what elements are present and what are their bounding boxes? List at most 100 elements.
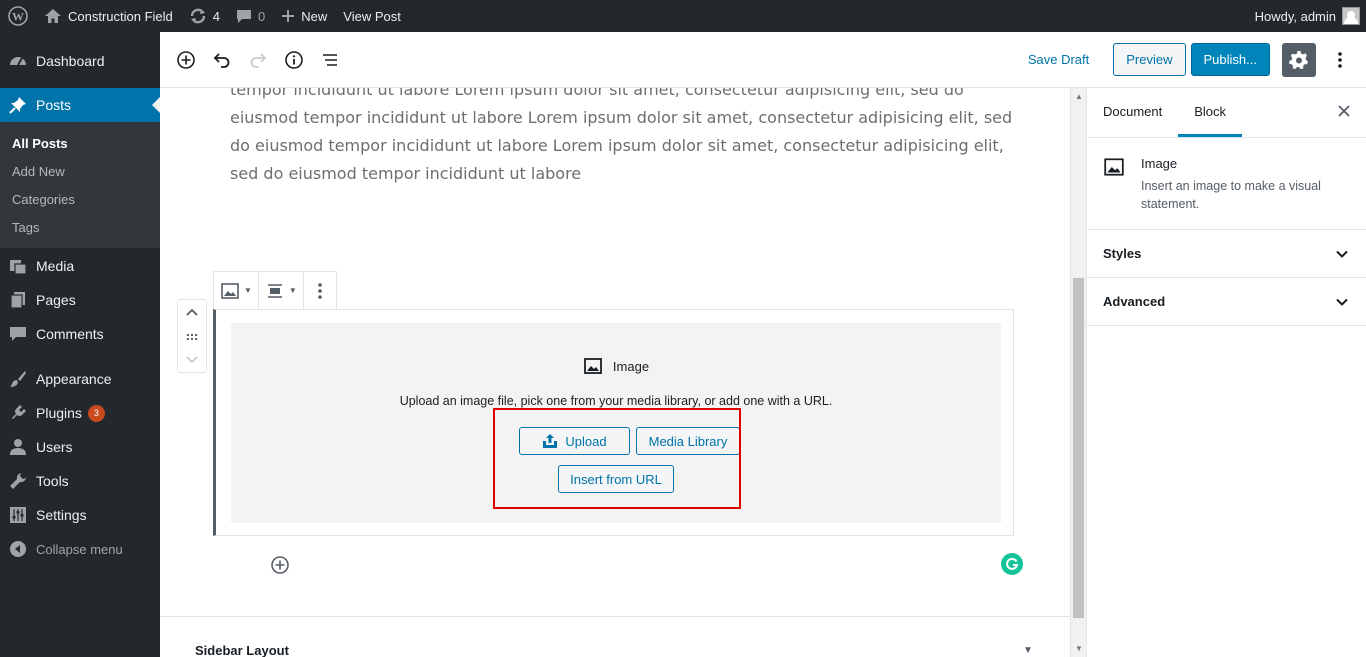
comment-bubble-icon [236,8,252,24]
vertical-ellipsis-icon [1338,51,1342,68]
scrollbar-thumb[interactable] [1073,278,1084,618]
new-content-link[interactable]: New [273,0,335,32]
redo-button[interactable] [240,42,276,78]
save-draft-button[interactable]: Save Draft [1028,52,1089,67]
tab-block[interactable]: Block [1178,88,1243,137]
menu-pages[interactable]: Pages [0,283,160,317]
menu-settings[interactable]: Settings [0,498,160,532]
view-post-link[interactable]: View Post [335,0,409,32]
wordpress-logo-icon[interactable]: W [0,0,36,32]
add-block-icon [271,556,289,574]
block-navigation-button[interactable] [312,42,348,78]
scroll-up-arrow-icon[interactable]: ▲ [1075,92,1083,101]
grammarly-g-icon [1006,557,1019,570]
menu-pages-label: Pages [36,292,76,308]
my-account-link[interactable]: Howdy, admin [1247,0,1366,32]
submenu-all-posts[interactable]: All Posts [0,129,160,157]
paintbrush-icon [8,369,28,389]
undo-button[interactable] [204,42,240,78]
block-more-options-button[interactable] [304,272,336,309]
comments-link[interactable]: 0 [228,0,273,32]
updates-count: 4 [212,8,221,24]
alignment-button[interactable]: ▼ [259,272,304,309]
image-block[interactable]: Image Upload an image file, pick one fro… [213,309,1014,536]
plugins-update-badge: 3 [87,404,105,422]
move-down-button[interactable] [185,353,199,368]
drag-handle[interactable] [186,329,198,344]
tab-document[interactable]: Document [1087,88,1178,137]
svg-text:W: W [12,10,24,24]
howdy-text: Howdy, admin [1254,8,1336,24]
submenu-add-new[interactable]: Add New [0,157,160,185]
add-block-button[interactable] [168,42,204,78]
collapse-menu-button[interactable]: Collapse menu [0,532,160,566]
paragraph-block[interactable]: tempor incididunt ut labore Lorem ipsum … [230,88,1020,188]
content-scrollbar[interactable]: ▲ ▼ [1070,88,1086,657]
panel-styles-title: Styles [1103,246,1142,261]
redo-icon [250,52,267,68]
block-card-title: Image [1141,156,1178,171]
publish-button[interactable]: Publish... [1190,43,1270,76]
block-toolbar: ▼ ▼ [213,271,337,309]
pushpin-icon [8,95,28,115]
block-mover [177,299,207,373]
menu-tools[interactable]: Tools [0,464,160,498]
preview-button[interactable]: Preview [1113,43,1186,76]
updates-link[interactable]: 4 [181,0,228,32]
grammarly-button[interactable] [1001,553,1023,575]
view-post-label: View Post [343,8,401,24]
menu-plugins-label: Plugins [36,405,82,421]
wrench-icon [8,471,28,491]
menu-dashboard[interactable]: Dashboard [0,44,160,78]
comments-count: 0 [258,8,266,24]
caret-down-icon: ▼ [288,286,297,295]
metabox-toggle-caret-icon[interactable]: ▼ [1023,645,1033,656]
image-icon [1103,156,1125,211]
image-icon [583,356,603,376]
settings-toggle-button[interactable] [1282,42,1316,77]
user-icon [8,437,28,457]
image-placeholder: Image Upload an image file, pick one fro… [231,323,1001,523]
move-up-button[interactable] [185,305,199,320]
menu-plugins[interactable]: Plugins 3 [0,396,160,430]
plus-icon [281,9,295,23]
chevron-down-icon [1334,246,1350,262]
panel-styles[interactable]: Styles [1087,230,1366,278]
info-icon [285,50,303,69]
more-tools-button[interactable] [1322,42,1358,78]
align-center-icon [267,283,282,298]
chevron-up-icon [186,308,198,316]
block-card: Image Insert an image to make a visual s… [1087,138,1366,230]
drag-handle-icon [187,333,197,340]
list-outline-icon [323,53,337,66]
panel-advanced[interactable]: Advanced [1087,278,1366,326]
block-inserter-button[interactable] [270,555,290,575]
submenu-tags[interactable]: Tags [0,213,160,241]
site-name-link[interactable]: Construction Field [36,0,181,32]
menu-media-label: Media [36,258,75,274]
block-switcher-button[interactable]: ▼ [214,272,259,309]
close-settings-button[interactable] [1336,103,1352,122]
pages-icon [8,290,28,310]
content-info-button[interactable] [276,42,312,78]
menu-dashboard-label: Dashboard [36,53,105,69]
vertical-ellipsis-icon [318,282,322,299]
scroll-down-arrow-icon[interactable]: ▼ [1075,644,1083,653]
settings-sliders-icon [8,505,28,525]
menu-media[interactable]: Media [0,249,160,283]
image-placeholder-label: Image [612,358,650,374]
chevron-down-icon [186,355,198,363]
submenu-categories[interactable]: Categories [0,185,160,213]
menu-settings-label: Settings [36,507,87,523]
collapse-arrow-icon [8,539,28,559]
menu-comments[interactable]: Comments [0,317,160,351]
sidebar-layout-metabox-title[interactable]: Sidebar Layout [195,643,289,657]
menu-posts[interactable]: Posts [0,88,160,122]
close-icon [1338,105,1350,117]
menu-appearance[interactable]: Appearance [0,362,160,396]
menu-users[interactable]: Users [0,430,160,464]
editor-content: tempor incididunt ut labore Lorem ipsum … [160,88,1070,657]
meta-box-divider [160,616,1070,617]
menu-comments-label: Comments [36,326,104,342]
undo-icon [213,52,230,68]
